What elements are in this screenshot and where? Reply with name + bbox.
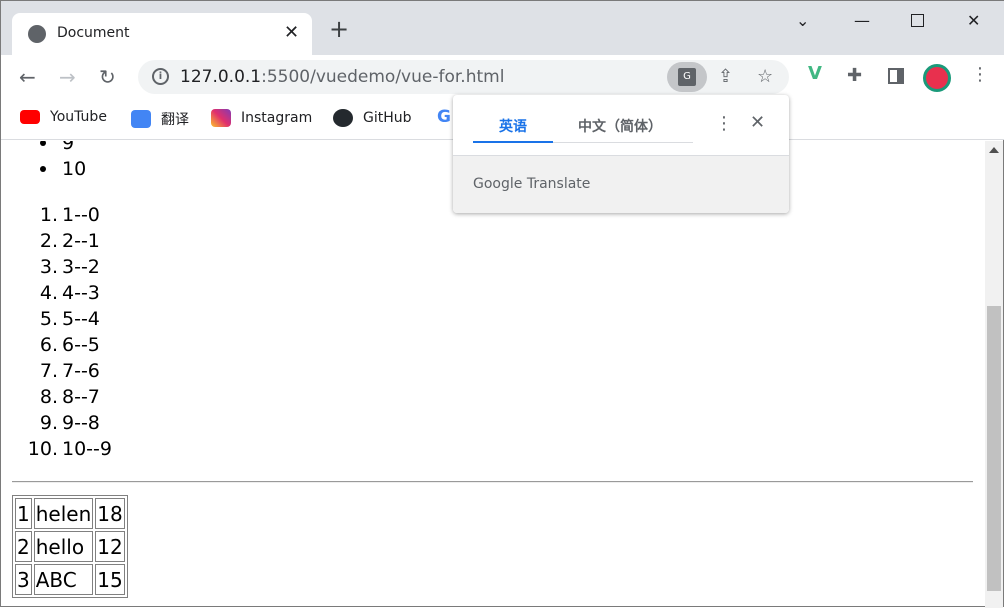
data-table: 1 helen 18 2 hello 12 3 ABC 15 — [12, 495, 128, 598]
table-cell: 15 — [95, 564, 125, 595]
tab-target-language[interactable]: 中文（简体） — [578, 116, 662, 136]
list-item: 6--5 — [62, 334, 100, 356]
list-item: 10 — [62, 158, 87, 180]
list-item: 9--8 — [62, 412, 100, 434]
bookmark-instagram[interactable]: Instagram — [211, 109, 312, 127]
close-icon[interactable]: ✕ — [750, 112, 765, 133]
side-panel-icon[interactable] — [888, 68, 904, 84]
close-tab-icon[interactable]: ✕ — [284, 22, 299, 43]
table-cell: helen — [33, 498, 94, 529]
list-number: 4. — [39, 282, 58, 304]
list-number: 7. — [39, 360, 58, 382]
list-item: 10--9 — [62, 438, 112, 460]
translate-button[interactable]: G — [667, 62, 707, 92]
translate-icon: G — [678, 68, 696, 86]
more-options-icon[interactable]: ⋮ — [715, 113, 733, 134]
list-item: 9 — [62, 141, 75, 154]
bookmark-youtube[interactable]: YouTube — [20, 109, 107, 125]
list-number: 6. — [39, 334, 58, 356]
extensions-icon[interactable]: ✚ — [847, 65, 862, 86]
tab-title: Document — [57, 25, 130, 41]
table-row: 1 helen 18 — [15, 498, 125, 529]
url-path: :5500/vuedemo/vue-for.html — [261, 67, 505, 87]
menu-icon[interactable]: ⋮ — [971, 64, 989, 85]
list-item: 5--4 — [62, 308, 100, 330]
youtube-icon — [20, 110, 40, 124]
google-translate-icon — [131, 110, 151, 128]
bookmark-star-icon[interactable]: ☆ — [757, 66, 773, 87]
bookmark-label: GitHub — [363, 110, 412, 126]
translate-popup: 英语 中文（简体） ⋮ ✕ Google Translate — [453, 95, 789, 213]
list-item: 1--0 — [62, 204, 100, 226]
back-icon[interactable]: ← — [19, 65, 36, 89]
instagram-icon — [211, 109, 231, 127]
scrollbar-thumb[interactable] — [987, 306, 1001, 591]
list-item: 4--3 — [62, 282, 100, 304]
table-cell: 18 — [95, 498, 125, 529]
bookmark-translate[interactable]: 翻译 — [131, 109, 189, 129]
window-close-button[interactable]: ✕ — [967, 11, 980, 30]
globe-icon — [28, 25, 46, 43]
share-icon[interactable]: ⇪ — [718, 66, 733, 87]
active-tab-indicator — [473, 141, 553, 143]
list-item: 8--7 — [62, 386, 100, 408]
table-cell: 1 — [15, 498, 32, 529]
divider — [12, 481, 973, 483]
list-item: 3--2 — [62, 256, 100, 278]
minimize-button[interactable]: — — [854, 11, 870, 30]
bookmark-label: YouTube — [50, 109, 107, 125]
tab-source-language[interactable]: 英语 — [499, 116, 527, 136]
list-item: 7--6 — [62, 360, 100, 382]
table-cell: ABC — [33, 564, 94, 595]
google-translate-logo: Google Translate — [473, 176, 591, 192]
table-row: 3 ABC 15 — [15, 564, 125, 595]
url-text[interactable]: 127.0.0.1:5500/vuedemo/vue-for.html — [180, 67, 504, 87]
popup-footer: Google Translate — [453, 155, 789, 213]
google-icon[interactable]: G — [437, 107, 451, 127]
table-cell: 12 — [95, 531, 125, 562]
bookmark-label: Instagram — [241, 110, 313, 126]
tab-document[interactable]: Document ✕ — [12, 13, 312, 55]
maximize-button[interactable] — [911, 14, 924, 27]
scroll-up-arrow[interactable] — [989, 147, 999, 153]
reload-icon[interactable]: ↻ — [99, 65, 116, 89]
list-number: 3. — [39, 256, 58, 278]
table-cell: hello — [33, 531, 94, 562]
info-icon[interactable]: i — [152, 68, 169, 85]
bookmark-label: 翻译 — [161, 112, 189, 128]
avatar[interactable] — [923, 64, 951, 92]
list-number: 2. — [39, 230, 58, 252]
bullet-marker — [40, 141, 46, 146]
list-number: 5. — [39, 308, 58, 330]
list-item: 2--1 — [62, 230, 100, 252]
tab-search-icon[interactable]: ⌄ — [796, 11, 809, 30]
table-row: 2 hello 12 — [15, 531, 125, 562]
list-number: 9. — [39, 412, 58, 434]
new-tab-button[interactable]: + — [329, 17, 349, 41]
tab-strip: Document ✕ + ⌄ — ✕ — [1, 1, 1004, 55]
url-host: 127.0.0.1 — [180, 67, 262, 87]
table-cell: 2 — [15, 531, 32, 562]
address-bar[interactable]: i 127.0.0.1:5500/vuedemo/vue-for.html G … — [138, 60, 789, 94]
bookmark-github[interactable]: GitHub — [333, 109, 412, 127]
vue-devtools-icon[interactable]: V — [808, 63, 822, 84]
github-icon — [333, 109, 353, 127]
list-number: 10. — [27, 438, 58, 460]
scrollbar[interactable] — [985, 141, 1003, 608]
forward-icon[interactable]: → — [59, 65, 76, 89]
tab-divider — [553, 142, 693, 143]
table-cell: 3 — [15, 564, 32, 595]
bullet-marker — [40, 166, 46, 172]
list-number: 1. — [39, 204, 58, 226]
list-number: 8. — [39, 386, 58, 408]
